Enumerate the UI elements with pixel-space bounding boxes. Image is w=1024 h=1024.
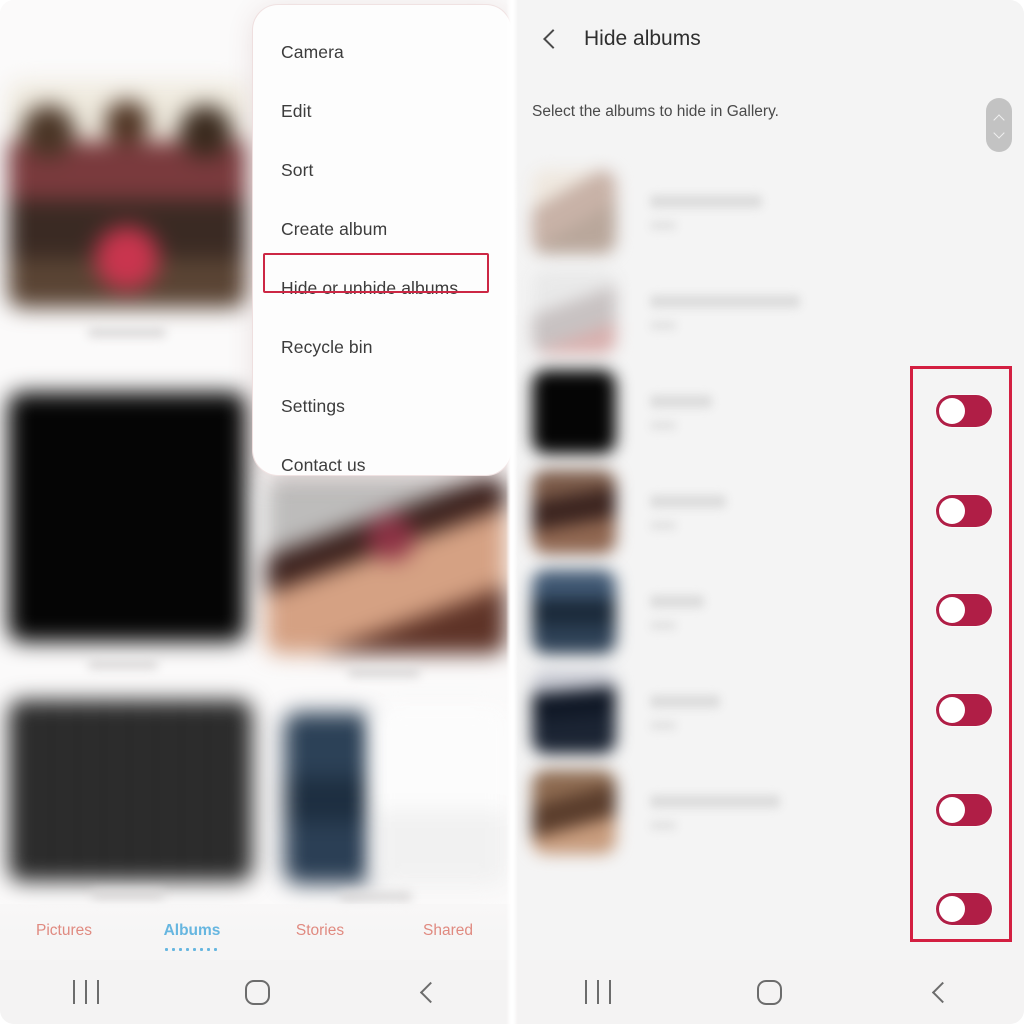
album-name — [650, 494, 726, 508]
album-thumbnail — [532, 570, 616, 654]
menu-item-hide-or-unhide-albums[interactable]: Hide or unhide albums — [253, 259, 511, 318]
tab-stories[interactable]: Stories — [256, 922, 384, 942]
album-thumbnail — [532, 770, 616, 854]
gallery-tab-bar: Pictures Albums Stories Shared — [0, 904, 512, 960]
album-name — [650, 694, 720, 708]
tab-shared[interactable]: Shared — [384, 922, 512, 942]
album-count — [650, 620, 676, 630]
page-description: Select the albums to hide in Gallery. — [532, 103, 779, 120]
album-count — [650, 320, 676, 330]
menu-item-sort[interactable]: Sort — [253, 141, 511, 200]
gallery-thumbnail-caption — [340, 892, 412, 901]
recent-apps-icon[interactable] — [585, 980, 612, 1004]
album-thumbnail — [532, 270, 616, 354]
gallery-thumbnail-portrait-photo[interactable] — [266, 478, 506, 654]
album-count — [650, 220, 676, 230]
left-phone-panel: Pictures Albums Stories Shared Camera Ed… — [0, 0, 512, 1024]
menu-item-camera[interactable]: Camera — [253, 23, 511, 82]
gallery-thumbnail-group-photo[interactable] — [8, 82, 246, 308]
album-name — [650, 194, 762, 208]
tab-albums-label: Albums — [163, 922, 221, 939]
album-thumbnail — [532, 370, 616, 454]
album-count — [650, 720, 676, 730]
menu-item-edit[interactable]: Edit — [253, 82, 511, 141]
album-name — [650, 294, 800, 308]
tab-pictures-label: Pictures — [36, 922, 92, 939]
page-title: Hide albums — [584, 27, 701, 50]
album-thumbnail — [532, 470, 616, 554]
album-toggle-column — [910, 0, 1024, 1024]
menu-item-contact-us-label: Contact us — [281, 455, 366, 475]
gallery-thumbnail-caption — [348, 668, 420, 677]
gallery-thumbnail-caption — [88, 660, 158, 669]
menu-item-camera-label: Camera — [281, 42, 344, 62]
album-hide-toggle[interactable] — [936, 594, 992, 626]
menu-item-edit-label: Edit — [281, 101, 312, 121]
back-icon[interactable] — [929, 981, 951, 1003]
menu-item-settings-label: Settings — [281, 396, 346, 416]
right-phone-panel: Hide albums Select the albums to hide in… — [512, 0, 1024, 1024]
menu-item-create-album-label: Create album — [281, 219, 388, 239]
screenshot-root: Pictures Albums Stories Shared Camera Ed… — [0, 0, 1024, 1024]
menu-item-recycle-bin-label: Recycle bin — [281, 337, 373, 357]
album-count — [650, 820, 676, 830]
tab-pictures[interactable]: Pictures — [0, 922, 128, 942]
gallery-thumbnail-black-image[interactable] — [8, 392, 246, 642]
android-navbar-right — [512, 960, 1024, 1024]
gallery-thumbnail-dark-poster[interactable] — [8, 700, 253, 882]
tab-active-indicator — [163, 948, 221, 951]
album-name — [650, 594, 704, 608]
menu-item-create-album[interactable]: Create album — [253, 200, 511, 259]
back-icon[interactable] — [417, 981, 439, 1003]
back-chevron-icon[interactable] — [540, 28, 562, 50]
gallery-thumbnail-white-screenshot[interactable] — [372, 706, 508, 886]
album-hide-toggle[interactable] — [936, 694, 992, 726]
tab-stories-label: Stories — [295, 922, 345, 939]
gallery-thumbnail-caption — [92, 890, 164, 899]
android-navbar-left — [0, 960, 512, 1024]
gallery-thumbnail-caption — [88, 328, 166, 337]
album-name — [650, 394, 712, 408]
menu-item-contact-us[interactable]: Contact us — [253, 436, 511, 495]
album-thumbnail — [532, 170, 616, 254]
tab-albums[interactable]: Albums — [128, 922, 256, 951]
menu-item-settings[interactable]: Settings — [253, 377, 511, 436]
album-hide-toggle[interactable] — [936, 893, 992, 925]
album-hide-toggle[interactable] — [936, 794, 992, 826]
menu-item-hide-or-unhide-albums-label: Hide or unhide albums — [281, 278, 459, 298]
menu-item-recycle-bin[interactable]: Recycle bin — [253, 318, 511, 377]
gallery-overflow-menu: Camera Edit Sort Create album Hide or un… — [252, 4, 512, 476]
home-icon[interactable] — [757, 979, 783, 1005]
gallery-thumbnail-navy-screenshot[interactable] — [284, 712, 372, 884]
recent-apps-icon[interactable] — [73, 980, 100, 1004]
album-hide-toggle[interactable] — [936, 495, 992, 527]
menu-item-sort-label: Sort — [281, 160, 314, 180]
album-count — [650, 520, 676, 530]
home-icon[interactable] — [245, 979, 271, 1005]
album-name — [650, 794, 780, 808]
album-thumbnail — [532, 670, 616, 754]
tab-shared-label: Shared — [423, 922, 473, 939]
album-hide-toggle[interactable] — [936, 395, 992, 427]
album-count — [650, 420, 676, 430]
